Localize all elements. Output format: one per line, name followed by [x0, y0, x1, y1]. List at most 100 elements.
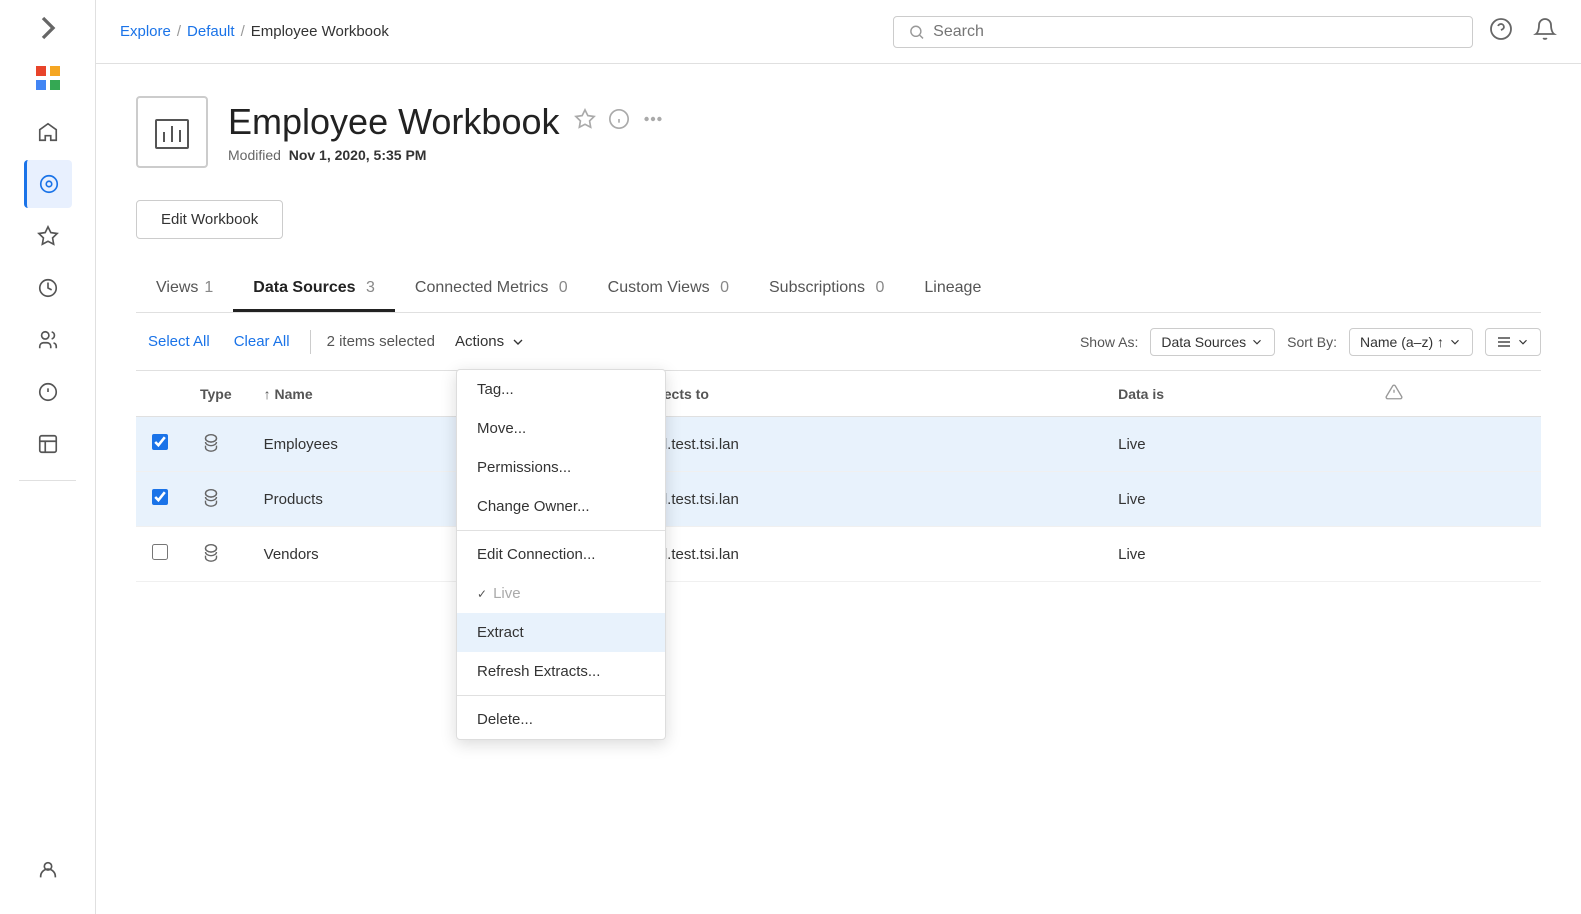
action-tag[interactable]: Tag...: [457, 370, 665, 409]
table-row: Employees mssql.test.tsi.lan Live: [136, 417, 1541, 472]
workbook-title-area: Employee Workbook: [228, 101, 664, 163]
breadcrumb-default[interactable]: Default: [187, 23, 235, 40]
chevron-down-icon: [1448, 335, 1462, 349]
show-as-label: Show As:: [1080, 334, 1138, 350]
topbar: Explore / Default / Employee Workbook: [96, 0, 1581, 64]
search-box[interactable]: [893, 16, 1473, 48]
tab-connected-metrics[interactable]: Connected Metrics 0: [395, 267, 588, 312]
row-warning-vendors: [1369, 527, 1541, 582]
workbook-title: Employee Workbook: [228, 101, 560, 143]
more-icon[interactable]: [642, 108, 664, 136]
sort-by-label: Sort By:: [1287, 334, 1337, 350]
search-input[interactable]: [933, 23, 1458, 41]
sidebar-item-recents[interactable]: [24, 264, 72, 312]
workbook-title-row: Employee Workbook: [228, 101, 664, 143]
sidebar-item-favorites[interactable]: [24, 212, 72, 260]
action-permissions[interactable]: Permissions...: [457, 448, 665, 487]
tab-data-sources[interactable]: Data Sources 3: [233, 267, 395, 312]
breadcrumb-sep-2: /: [241, 23, 245, 40]
tabs: Views1 Data Sources 3 Connected Metrics …: [136, 267, 1541, 313]
action-move[interactable]: Move...: [457, 409, 665, 448]
favorite-icon[interactable]: [574, 108, 596, 136]
row-warning-products: [1369, 472, 1541, 527]
row-connects-employees: mssql.test.tsi.lan: [612, 417, 1102, 472]
brand-logo: [34, 64, 62, 92]
workbook-title-icons: [574, 108, 664, 136]
sidebar-item-explore[interactable]: [24, 160, 72, 208]
sidebar-item-users[interactable]: [24, 846, 72, 894]
column-connects-to: Connects to: [612, 371, 1102, 417]
action-live: ✓ Live: [457, 574, 665, 613]
workbook-icon: [136, 96, 208, 168]
check-icon: ✓: [477, 587, 487, 601]
sidebar-item-collections[interactable]: [24, 420, 72, 468]
sidebar: [0, 0, 96, 914]
sidebar-divider: [19, 480, 76, 481]
page-content: Employee Workbook: [96, 64, 1581, 914]
topbar-icons: [1489, 17, 1557, 47]
toolbar: Select All Clear All 2 items selected Ac…: [136, 313, 1541, 371]
breadcrumb-explore[interactable]: Explore: [120, 23, 171, 40]
sort-by-dropdown[interactable]: Name (a–z) ↑: [1349, 328, 1473, 356]
actions-button[interactable]: Actions: [443, 327, 538, 356]
modified-date: Nov 1, 2020, 5:35 PM: [289, 147, 427, 163]
column-type: Type: [184, 371, 248, 417]
main-content: Explore / Default / Employee Workbook: [96, 0, 1581, 914]
chevron-down-icon: [510, 334, 526, 350]
sidebar-toggle[interactable]: [28, 8, 68, 48]
toolbar-left: Select All Clear All 2 items selected Ac…: [136, 327, 538, 356]
view-toggle-button[interactable]: [1485, 328, 1541, 356]
row-connects-products: mssql.test.tsi.lan: [612, 472, 1102, 527]
row-data-employees: Live: [1102, 417, 1369, 472]
toolbar-right: Show As: Data Sources Sort By: Name (a–z…: [1080, 328, 1541, 356]
table-row: Products mssql.test.tsi.lan Live: [136, 472, 1541, 527]
breadcrumb: Explore / Default / Employee Workbook: [120, 23, 877, 40]
table-row: Vendors mssql.test.tsi.lan Live: [136, 527, 1541, 582]
column-checkbox: [136, 371, 184, 417]
table-header-row: Type ↑ Name Connects to Data is: [136, 371, 1541, 417]
row-type-products: [184, 472, 248, 527]
toolbar-divider: [310, 330, 311, 354]
menu-divider-1: [457, 530, 665, 531]
modified-label: Modified: [228, 147, 281, 163]
help-icon[interactable]: [1489, 17, 1513, 47]
workbook-meta: Modified Nov 1, 2020, 5:35 PM: [228, 147, 664, 163]
row-type-vendors: [184, 527, 248, 582]
action-delete[interactable]: Delete...: [457, 700, 665, 739]
selected-count: 2 items selected: [319, 333, 443, 350]
tab-custom-views[interactable]: Custom Views 0: [588, 267, 749, 312]
row-warning-employees: [1369, 417, 1541, 472]
tab-subscriptions[interactable]: Subscriptions 0: [749, 267, 904, 312]
tab-views[interactable]: Views1: [136, 267, 233, 312]
chevron-down-icon: [1250, 335, 1264, 349]
chevron-down-icon: [1516, 335, 1530, 349]
breadcrumb-sep-1: /: [177, 23, 181, 40]
action-edit-connection[interactable]: Edit Connection...: [457, 535, 665, 574]
action-extract[interactable]: Extract: [457, 613, 665, 652]
row-data-products: Live: [1102, 472, 1369, 527]
tab-lineage[interactable]: Lineage: [904, 267, 1001, 312]
breadcrumb-current: Employee Workbook: [251, 23, 389, 40]
row-data-vendors: Live: [1102, 527, 1369, 582]
row-checkbox-vendors[interactable]: [136, 527, 184, 582]
edit-workbook-button[interactable]: Edit Workbook: [136, 200, 283, 239]
sidebar-item-shared[interactable]: [24, 316, 72, 364]
action-change-owner[interactable]: Change Owner...: [457, 487, 665, 526]
column-warning: [1369, 371, 1541, 417]
show-as-dropdown[interactable]: Data Sources: [1150, 328, 1275, 356]
row-checkbox-products[interactable]: [136, 472, 184, 527]
column-data-is: Data is: [1102, 371, 1369, 417]
row-checkbox-employees[interactable]: [136, 417, 184, 472]
select-all-button[interactable]: Select All: [136, 327, 222, 356]
row-connects-vendors: mssql.test.tsi.lan: [612, 527, 1102, 582]
clear-all-button[interactable]: Clear All: [222, 327, 302, 356]
notification-icon[interactable]: [1533, 17, 1557, 47]
menu-divider-2: [457, 695, 665, 696]
sidebar-bottom: [24, 846, 72, 914]
row-type-employees: [184, 417, 248, 472]
sidebar-item-suggestions[interactable]: [24, 368, 72, 416]
info-icon[interactable]: [608, 108, 630, 136]
sidebar-item-home[interactable]: [24, 108, 72, 156]
action-refresh-extracts[interactable]: Refresh Extracts...: [457, 652, 665, 691]
list-view-icon: [1496, 334, 1512, 350]
